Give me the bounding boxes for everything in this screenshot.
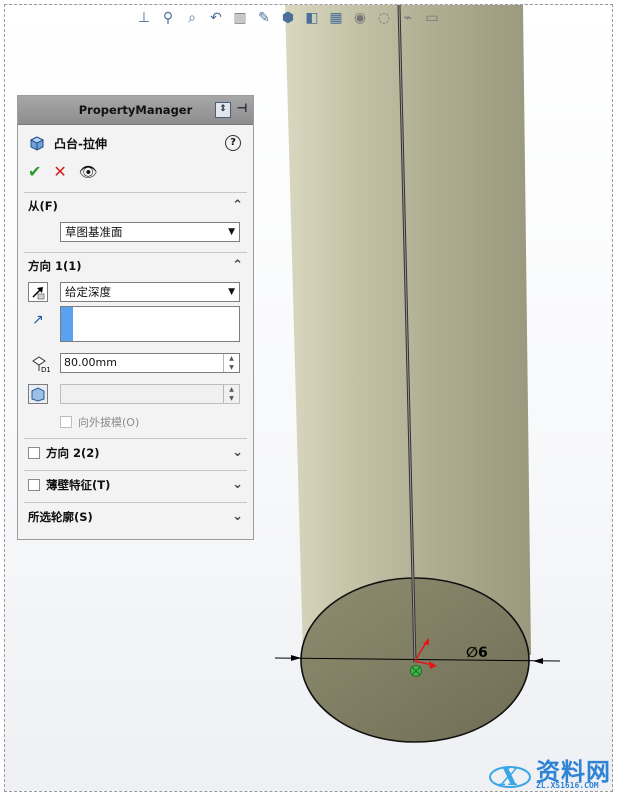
draft-outward-checkbox[interactable] — [60, 416, 72, 428]
reverse-direction-icon — [32, 287, 45, 300]
reverse-direction-button[interactable] — [28, 282, 48, 302]
chevron-up-icon[interactable]: ⌃ — [232, 198, 243, 213]
direction-vector-icon: ↗ — [32, 312, 44, 328]
thin-feature-label: 薄壁特征(T) — [46, 478, 111, 492]
end-condition-select[interactable]: 给定深度 ▼ — [60, 282, 240, 302]
direction2-label: 方向 2(2) — [46, 446, 100, 460]
from-section-label: 从(F) — [28, 199, 58, 213]
dropdown-arrow-icon: ▼ — [228, 287, 235, 297]
dynamic-annotation-icon[interactable]: ✎ — [255, 9, 273, 27]
apply-scene-icon[interactable]: ◌ — [375, 9, 393, 27]
depth-input[interactable]: 80.00mm ▲ ▼ — [60, 353, 240, 373]
from-start-condition-select[interactable]: 草图基准面 ▼ — [60, 222, 240, 242]
preview-eye-icon[interactable]: 👁 — [79, 163, 98, 181]
monitor-icon[interactable]: ▭ — [423, 9, 441, 27]
selected-contours-label: 所选轮廓(S) — [28, 510, 93, 524]
direction2-section-header[interactable]: 方向 2(2) ⌄ — [28, 444, 243, 462]
property-manager-header: PropertyManager ⇕ ⊣ — [18, 96, 253, 125]
diameter-dimension-label[interactable]: ∅6 — [466, 645, 488, 661]
svg-text:X: X — [498, 762, 520, 791]
thin-feature-section-header[interactable]: 薄壁特征(T) ⌄ — [28, 476, 243, 494]
heads-up-toolbar: ⊥ ⚲ ⌕ ↶ ▥ ✎ ⬢ ◧ ▦ ◉ ◌ ⌁ ▭ — [135, 7, 441, 29]
cancel-x-icon[interactable]: ✕ — [53, 162, 66, 181]
help-icon[interactable]: ? — [225, 135, 241, 151]
previous-view-icon[interactable]: ↶ — [207, 9, 225, 27]
draft-angle-spinner[interactable]: ▲ ▼ — [223, 385, 239, 403]
svg-text:D1: D1 — [41, 366, 50, 373]
action-buttons: ✔ ✕ 👁 — [28, 162, 263, 181]
edit-appearance-icon[interactable]: ◉ — [351, 9, 369, 27]
dropdown-arrow-icon: ▼ — [228, 227, 235, 237]
chevron-up-icon[interactable]: ⌃ — [232, 258, 243, 273]
direction1-section-header[interactable]: 方向 1(1) ⌃ — [28, 257, 243, 275]
chevron-down-icon[interactable]: ⌄ — [232, 509, 243, 524]
pin-icon[interactable]: ⊣ — [235, 102, 249, 116]
property-manager-title: PropertyManager — [78, 103, 193, 117]
depth-dimension-icon: D1 — [30, 353, 51, 374]
draft-angle-input[interactable]: ▲ ▼ — [60, 384, 240, 404]
thin-feature-checkbox[interactable] — [28, 479, 40, 491]
chevron-down-icon[interactable]: ⌄ — [232, 445, 243, 460]
draft-outward-option[interactable]: 向外拔模(O) — [60, 414, 139, 430]
graphics-area[interactable]: ∅6 ⊥ ⚲ ⌕ ↶ ▥ ✎ ⬢ ◧ ▦ ◉ ◌ ⌁ ▭ PropertyMan… — [4, 4, 613, 792]
property-manager-panel: PropertyManager ⇕ ⊣ 凸台-拉伸 ? ✔ ✕ 👁 从(F) ⌃ — [17, 95, 254, 540]
draft-icon — [31, 387, 45, 402]
direction-selection-box[interactable] — [60, 306, 240, 342]
view-cube-icon[interactable]: ⬢ — [279, 9, 297, 27]
extrude-boss-icon — [29, 136, 45, 151]
direction1-label: 方向 1(1) — [28, 259, 82, 273]
section-view-icon[interactable]: ▥ — [231, 9, 249, 27]
draft-toggle-button[interactable] — [28, 384, 48, 404]
from-section-header[interactable]: 从(F) ⌃ — [28, 197, 243, 215]
expand-panel-icon[interactable]: ⇕ — [215, 102, 231, 118]
watermark-url: ZL.XS1616.COM — [536, 781, 599, 790]
feature-name: 凸台-拉伸 — [54, 136, 107, 151]
chevron-down-icon[interactable]: ⌄ — [232, 477, 243, 492]
zoom-area-icon[interactable]: ⌕ — [183, 9, 201, 27]
depth-spinner[interactable]: ▲ ▼ — [223, 354, 239, 372]
ok-check-icon[interactable]: ✔ — [28, 162, 41, 181]
direction2-checkbox[interactable] — [28, 447, 40, 459]
zoom-to-fit-icon[interactable]: ⚲ — [159, 9, 177, 27]
view-settings-icon[interactable]: ⌁ — [399, 9, 417, 27]
view-orientation-icon[interactable]: ⊥ — [135, 9, 153, 27]
selected-contours-section-header[interactable]: 所选轮廓(S) ⌄ — [28, 508, 243, 526]
display-style-icon[interactable]: ◧ — [303, 9, 321, 27]
hide-show-icon[interactable]: ▦ — [327, 9, 345, 27]
